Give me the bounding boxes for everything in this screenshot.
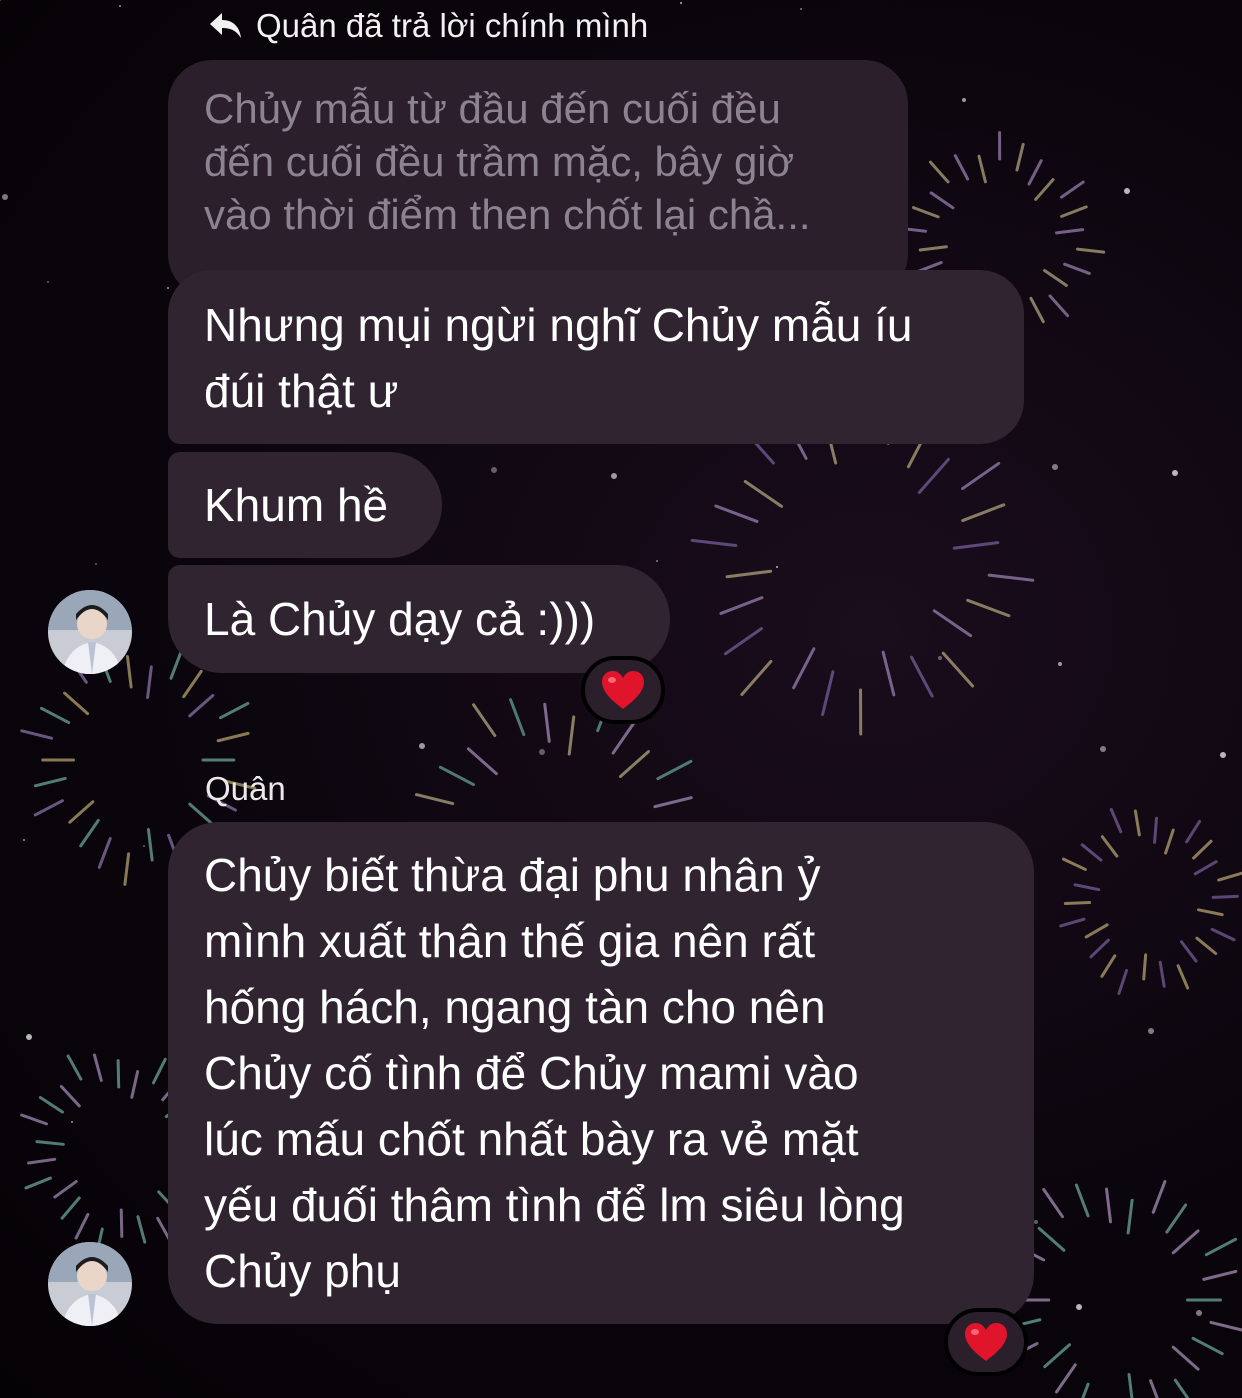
message-bubble[interactable]: Nhưng mụi ngừi nghĩ Chủy mẫu íu đúi thật… xyxy=(168,270,1024,444)
message-bubble[interactable]: Chủy biết thừa đại phu nhân ỷ mình xuất … xyxy=(168,822,1034,1324)
message-reaction[interactable] xyxy=(581,656,665,724)
message-bubble[interactable]: Là Chủy dạy cả :))) xyxy=(168,565,670,673)
message-reaction[interactable] xyxy=(944,1308,1028,1376)
heart-icon xyxy=(965,1323,1007,1361)
quoted-message-bubble[interactable]: Chủy mẫu từ đầu đến cuối đều đến cuối đề… xyxy=(168,60,908,298)
reply-header: Quân đã trả lời chính mình xyxy=(208,4,648,48)
reply-header-text: Quân đã trả lời chính mình xyxy=(256,7,649,44)
sender-name: Quân xyxy=(205,770,286,807)
message-bubble[interactable]: Khum hề xyxy=(168,452,442,558)
sender-avatar[interactable] xyxy=(48,590,132,674)
reply-arrow-icon xyxy=(210,13,241,38)
sender-avatar[interactable] xyxy=(48,1242,132,1326)
heart-icon xyxy=(602,671,644,709)
